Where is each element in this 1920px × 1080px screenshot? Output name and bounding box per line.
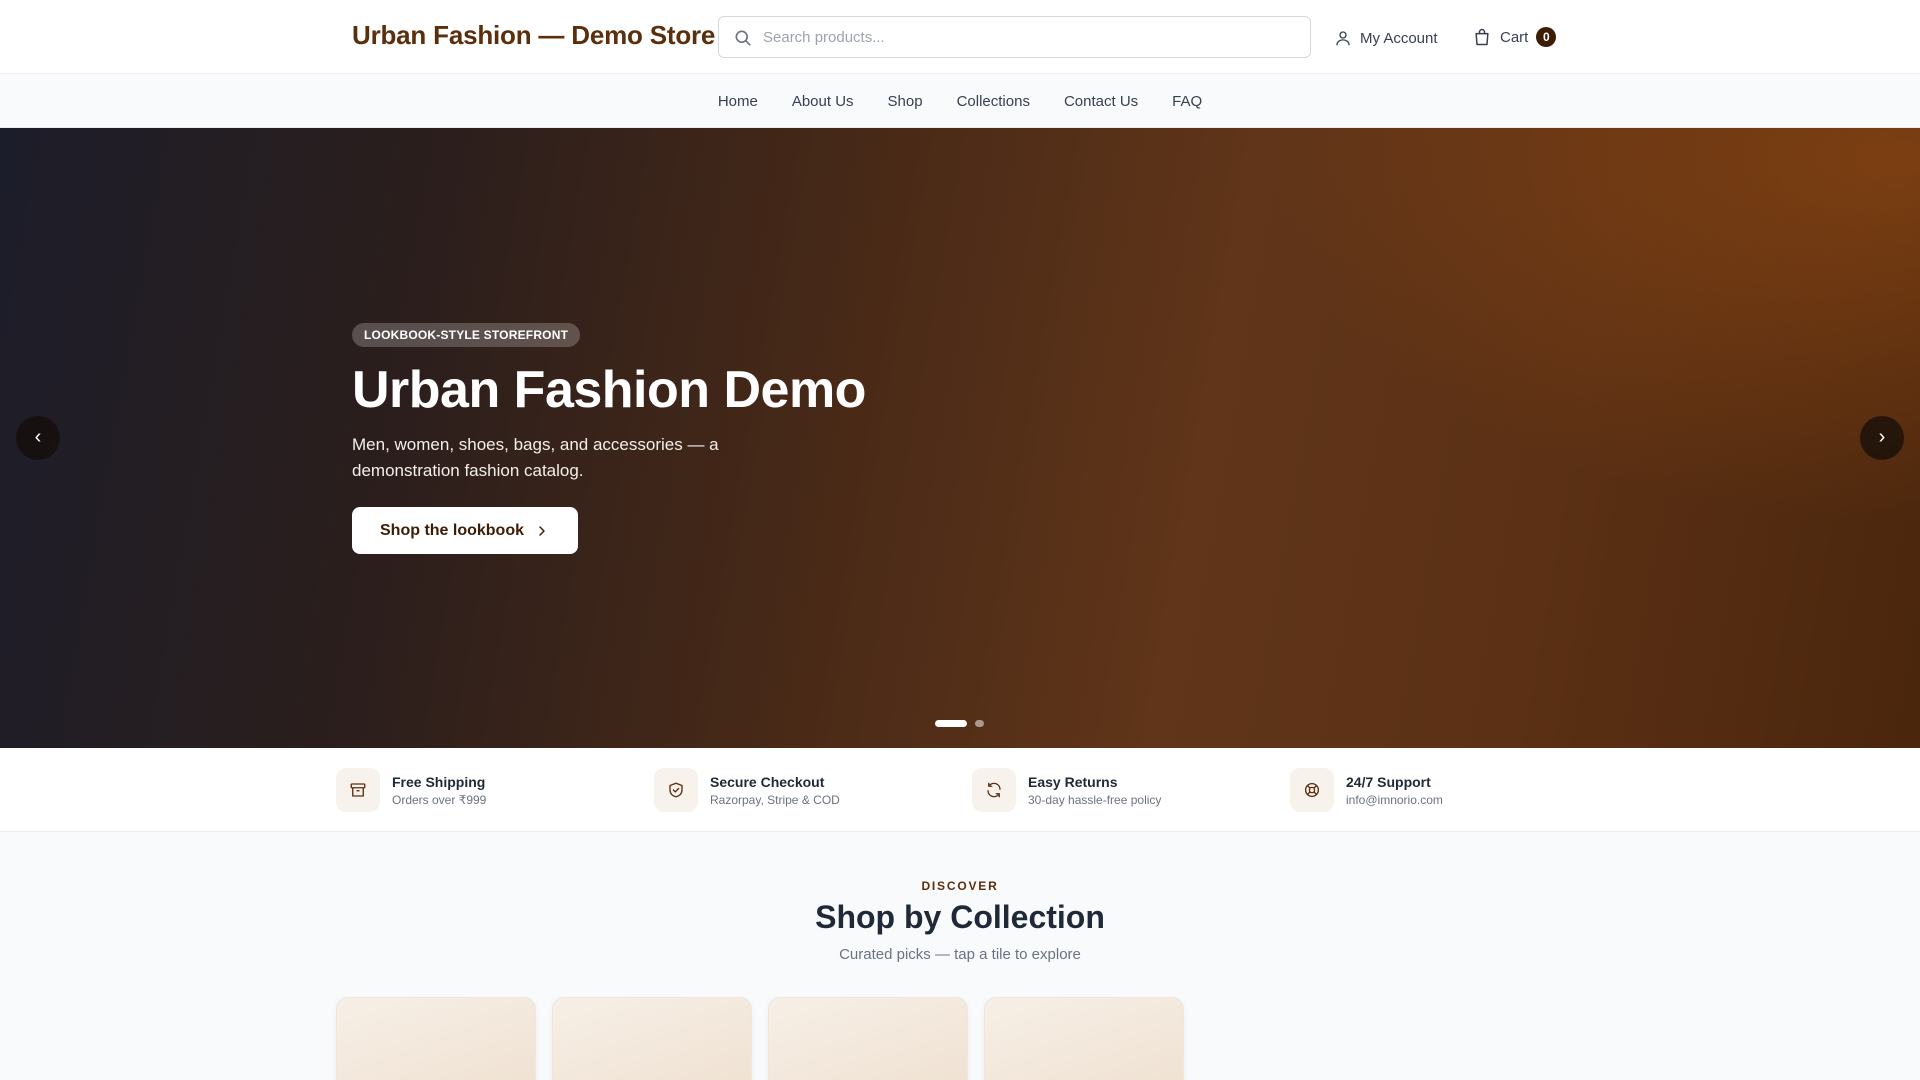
refresh-icon: [972, 768, 1016, 812]
collection-tile-3[interactable]: [768, 997, 968, 1080]
feature-strip: Free Shipping Orders over ₹999 Secure Ch…: [0, 748, 1920, 832]
nav-collections[interactable]: Collections: [940, 93, 1047, 110]
shop-lookbook-label: Shop the lookbook: [380, 521, 524, 539]
feature-title: Easy Returns: [1028, 773, 1118, 790]
carousel-next-button[interactable]: ›: [1860, 416, 1904, 460]
box-icon: [336, 768, 380, 812]
hero-carousel: LOOKBOOK-STYLE STOREFRONT Urban Fashion …: [0, 128, 1920, 748]
chevron-left-icon: ‹: [34, 426, 42, 448]
section-eyebrow: DISCOVER: [921, 879, 999, 893]
user-icon: [1336, 31, 1350, 46]
hero-subtitle: Men, women, shoes, bags, and accessories…: [352, 435, 719, 480]
hero-tag-badge: LOOKBOOK-STYLE STOREFRONT: [352, 323, 581, 347]
chevron-right-icon: [539, 525, 545, 536]
search-input[interactable]: [763, 25, 1293, 49]
feature-title: Free Shipping: [392, 773, 486, 790]
nav-home[interactable]: Home: [701, 93, 775, 110]
shield-check-icon: [654, 768, 698, 812]
feature-easy-returns: Easy Returns 30-day hassle-free policy: [972, 768, 1161, 812]
my-account-link[interactable]: My Account: [1334, 26, 1438, 50]
site-header: Urban Fashion — Demo Store My Account Ca…: [0, 0, 1920, 74]
hero-title: Urban Fashion Demo: [352, 361, 866, 419]
feature-secure-checkout: Secure Checkout Razorpay, Stripe & COD: [654, 768, 840, 812]
cart-label: Cart: [1500, 28, 1529, 46]
search-box[interactable]: [718, 16, 1311, 58]
feature-free-shipping: Free Shipping Orders over ₹999: [336, 768, 486, 812]
section-subtitle: Curated picks — tap a tile to explore: [839, 946, 1081, 963]
feature-title: 24/7 Support: [1346, 773, 1431, 790]
nav-contact-us[interactable]: Contact Us: [1047, 93, 1155, 110]
cart-count-badge: 0: [1536, 27, 1557, 47]
main-navigation: Home About Us Shop Collections Contact U…: [0, 74, 1920, 128]
collection-tile-2[interactable]: [552, 997, 752, 1080]
shop-lookbook-button[interactable]: Shop the lookbook: [352, 507, 578, 554]
carousel-indicators: [935, 719, 984, 727]
shopping-bag-icon: [1475, 28, 1489, 46]
feature-title: Secure Checkout: [710, 773, 825, 790]
carousel-dot-1[interactable]: [935, 719, 967, 727]
search-icon: [735, 30, 751, 46]
nav-shop[interactable]: Shop: [871, 93, 940, 110]
chevron-right-icon: ›: [1878, 426, 1886, 448]
carousel-prev-button[interactable]: ‹: [16, 416, 60, 460]
feature-subtitle: Razorpay, Stripe & COD: [710, 792, 840, 807]
feature-subtitle: info@imnorio.com: [1346, 792, 1443, 807]
feature-support: 24/7 Support info@imnorio.com: [1290, 768, 1443, 812]
section-title: Shop by Collection: [815, 899, 1105, 935]
collection-tile-1[interactable]: [336, 997, 536, 1080]
nav-about-us[interactable]: About Us: [775, 93, 871, 110]
feature-subtitle: Orders over ₹999: [392, 792, 487, 807]
store-logo-text[interactable]: Urban Fashion — Demo Store: [352, 20, 715, 51]
my-account-label: My Account: [1360, 29, 1438, 47]
nav-links: Home About Us Shop Collections Contact U…: [0, 74, 1920, 128]
carousel-dot-2[interactable]: [975, 719, 984, 727]
feature-subtitle: 30-day hassle-free policy: [1028, 792, 1162, 807]
cart-link[interactable]: Cart 0: [1472, 24, 1557, 50]
nav-faq[interactable]: FAQ: [1155, 93, 1219, 110]
collection-tile-4[interactable]: [984, 997, 1184, 1080]
lifebuoy-icon: [1290, 768, 1334, 812]
